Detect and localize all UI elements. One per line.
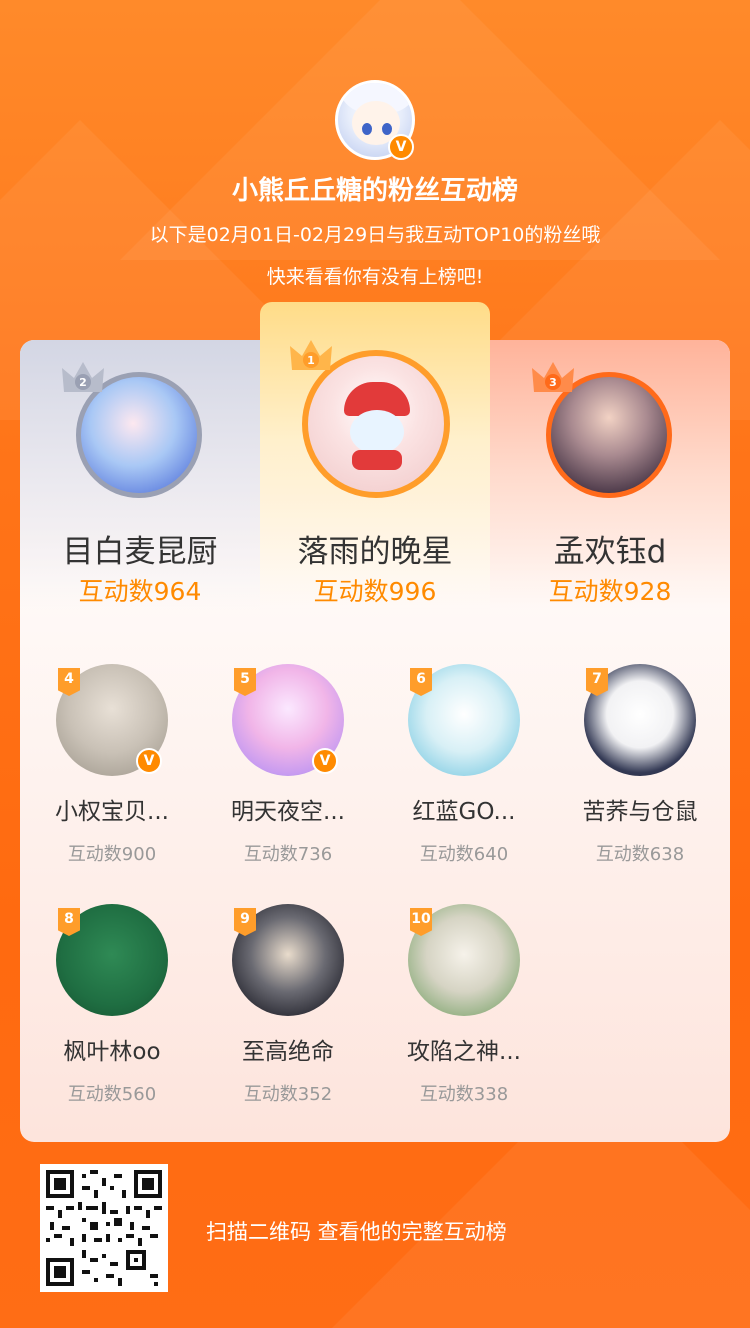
verified-badge-icon: V bbox=[388, 134, 414, 160]
podium-name: 目白麦昆厨 bbox=[62, 534, 218, 570]
fan-score: 互动数560 bbox=[67, 1084, 157, 1105]
rank-badge: 7 bbox=[586, 668, 608, 696]
crown-rank-label: 2 bbox=[79, 376, 87, 389]
fan-name: 小权宝贝... bbox=[55, 799, 169, 825]
podium-name: 落雨的晚星 bbox=[297, 534, 453, 570]
crown-rank-label: 3 bbox=[549, 376, 557, 389]
rank-badge: 9 bbox=[234, 908, 256, 936]
podium-score: 互动数996 bbox=[313, 577, 437, 606]
fan-score: 互动数352 bbox=[243, 1084, 333, 1105]
page-title: 小熊丘丘糖的粉丝互动榜 bbox=[231, 176, 518, 206]
fan-item-rank-9[interactable]: 9 至高绝命 互动数352 bbox=[200, 904, 376, 1114]
fan-score: 互动数640 bbox=[419, 844, 509, 865]
crown-rank-label: 1 bbox=[307, 354, 315, 367]
rank-badge: 6 bbox=[410, 668, 432, 696]
fan-name: 苦荞与仓鼠 bbox=[582, 799, 698, 825]
podium-score: 互动数928 bbox=[548, 577, 672, 606]
fan-item-rank-6[interactable]: 6 红蓝GO... 互动数640 bbox=[376, 664, 552, 874]
fan-name: 枫叶林oo bbox=[63, 1039, 161, 1065]
podium-item-rank-3[interactable]: 3 孟欢钰d 互动数928 bbox=[490, 340, 730, 610]
qr-cta-text: 扫描二维码 查看他的完整互动榜 bbox=[206, 1220, 507, 1244]
fan-item-rank-5[interactable]: 5 V 明天夜空... 互动数736 bbox=[200, 664, 376, 874]
podium-item-rank-2[interactable]: 2 目白麦昆厨 互动数964 bbox=[20, 340, 260, 610]
gold-crown-icon: 1 bbox=[290, 340, 332, 370]
fan-score: 互动数900 bbox=[67, 844, 157, 865]
rank-badge: 5 bbox=[234, 668, 256, 696]
date-range-subtitle: 以下是02月01日-02月29日与我互动TOP10的粉丝哦 bbox=[149, 224, 601, 246]
fan-score: 互动数736 bbox=[243, 844, 333, 865]
fan-name: 至高绝命 bbox=[242, 1039, 334, 1065]
fan-name: 红蓝GO... bbox=[412, 799, 516, 825]
rank-badge: 8 bbox=[58, 908, 80, 936]
verified-badge-icon: V bbox=[312, 748, 338, 774]
prompt-subtitle: 快来看看你有没有上榜吧! bbox=[266, 266, 484, 288]
fan-name: 攻陷之神... bbox=[407, 1039, 521, 1065]
fan-item-rank-10[interactable]: 10 攻陷之神... 互动数338 bbox=[376, 904, 552, 1114]
podium-item-rank-1[interactable]: 1 落雨的晚星 互动数996 bbox=[260, 340, 490, 610]
silver-crown-icon: 2 bbox=[62, 362, 104, 392]
podium-score: 互动数964 bbox=[78, 577, 202, 606]
podium-name: 孟欢钰d bbox=[553, 534, 667, 570]
fan-item-rank-4[interactable]: 4 V 小权宝贝... 互动数900 bbox=[24, 664, 200, 874]
qr-code[interactable] bbox=[40, 1164, 168, 1292]
qr-code-icon bbox=[46, 1170, 162, 1286]
fan-item-rank-8[interactable]: 8 枫叶林oo 互动数560 bbox=[24, 904, 200, 1114]
rank-badge: 4 bbox=[58, 668, 80, 696]
bronze-crown-icon: 3 bbox=[532, 362, 574, 392]
fan-item-rank-7[interactable]: 7 苦荞与仓鼠 互动数638 bbox=[552, 664, 728, 874]
fan-name: 明天夜空... bbox=[231, 799, 345, 825]
verified-badge-icon: V bbox=[136, 748, 162, 774]
fan-score: 互动数638 bbox=[595, 844, 685, 865]
leaderboard-card: 2 目白麦昆厨 互动数964 1 落雨的晚星 互动数996 3 孟欢钰d 互动数… bbox=[20, 302, 730, 1142]
rank-badge: 10 bbox=[410, 908, 432, 936]
fan-score: 互动数338 bbox=[419, 1084, 509, 1105]
